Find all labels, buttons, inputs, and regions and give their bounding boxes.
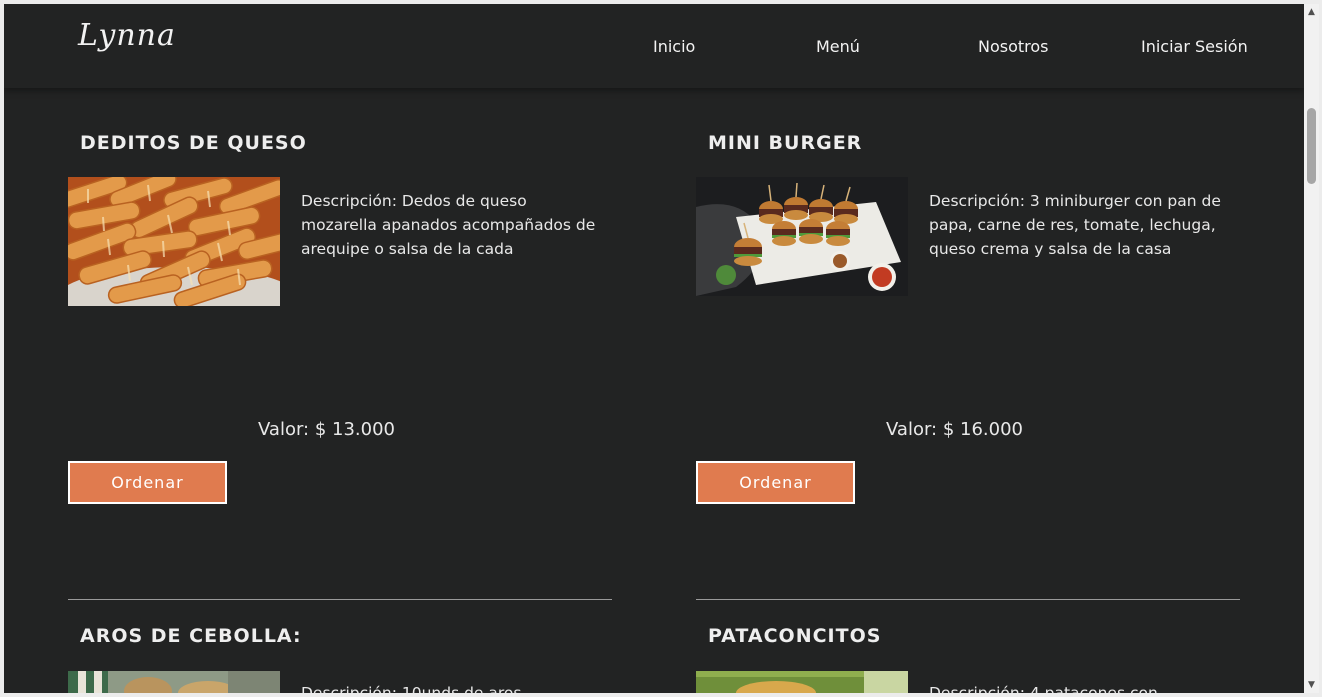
mini-burgers-image <box>696 177 908 296</box>
product-image-deditos <box>68 177 280 306</box>
nav-link-nosotros[interactable]: Nosotros <box>978 37 1049 56</box>
product-image-aros <box>68 671 280 693</box>
product-title: MINI BURGER <box>708 132 863 154</box>
product-image-mini-burger <box>696 177 908 296</box>
product-description: Descripción: 4 patacones con <box>929 684 1158 693</box>
product-description: Descripción: Dedos de queso mozarella ap… <box>301 192 596 258</box>
section-divider <box>696 599 1240 600</box>
site-header: Lynna Inicio Menú Nosotros Iniciar Sesió… <box>4 4 1304 88</box>
nav-link-menu[interactable]: Menú <box>816 37 860 56</box>
nav-link-inicio[interactable]: Inicio <box>653 37 695 56</box>
product-title: DEDITOS DE QUESO <box>80 132 307 154</box>
product-price: Valor: $ 16.000 <box>886 419 1023 440</box>
order-button[interactable]: Ordenar <box>68 461 227 504</box>
product-image-pataconcitos <box>696 671 908 693</box>
product-title: PATACONCITOS <box>708 625 882 647</box>
order-button[interactable]: Ordenar <box>696 461 855 504</box>
product-price: Valor: $ 13.000 <box>258 419 395 440</box>
scroll-up-arrow-icon[interactable]: ▲ <box>1304 4 1319 20</box>
browser-viewport: Lynna Inicio Menú Nosotros Iniciar Sesió… <box>4 4 1304 693</box>
product-card-deditos: DEDITOS DE QUESO Descripción: Dedos de q… <box>68 4 612 693</box>
nav-link-iniciar-sesion[interactable]: Iniciar Sesión <box>1141 37 1248 56</box>
brand-logo[interactable]: Lynna <box>78 18 176 53</box>
onion-rings-image <box>68 671 280 693</box>
section-divider <box>68 599 612 600</box>
product-card-mini-burger: MINI BURGER Descripción: 3 miniburger co… <box>696 4 1240 693</box>
patacones-image <box>696 671 908 693</box>
cheese-sticks-image <box>68 177 280 306</box>
scroll-thumb[interactable] <box>1307 108 1316 184</box>
product-description: Descripción: 3 miniburger con pan de pap… <box>929 192 1221 258</box>
scroll-down-arrow-icon[interactable]: ▼ <box>1304 677 1319 693</box>
product-title: AROS DE CEBOLLA: <box>80 625 302 647</box>
vertical-scrollbar[interactable]: ▲ ▼ <box>1304 4 1319 693</box>
product-description: Descripción: 10unds de aros <box>301 684 522 693</box>
